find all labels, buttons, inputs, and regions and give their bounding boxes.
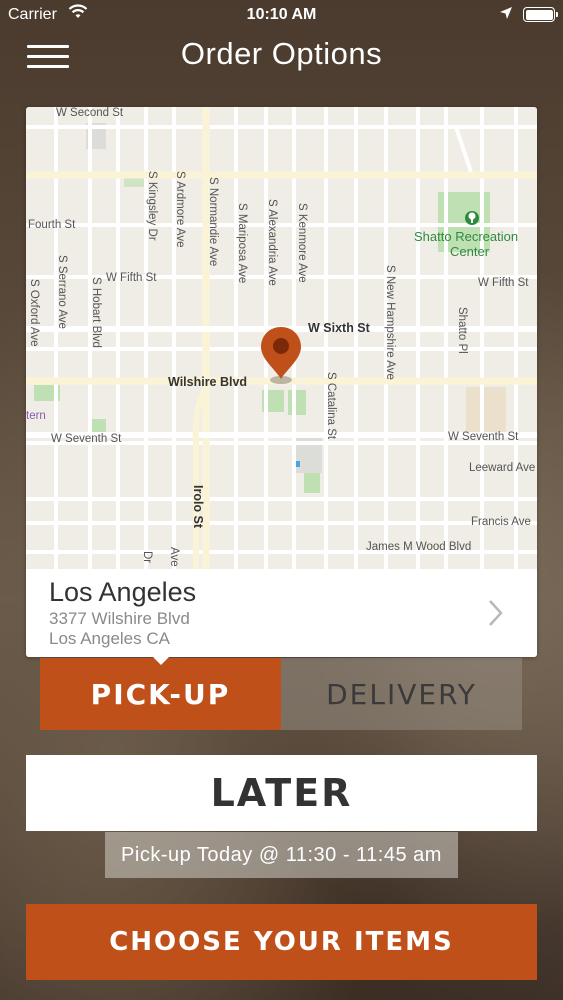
street-label: W Fifth St xyxy=(478,277,529,289)
street-label: W Seventh St xyxy=(51,433,122,445)
map-pin-icon[interactable] xyxy=(259,325,303,387)
street-label: tern xyxy=(26,410,46,422)
street-label: Leeward Ave xyxy=(469,462,536,474)
street-label: Wilshire Blvd xyxy=(168,375,248,389)
street-label: Ave xyxy=(168,547,180,567)
battery-icon xyxy=(523,7,558,22)
store-address-line2: Los Angeles CA xyxy=(49,629,170,648)
location-arrow-icon xyxy=(499,6,513,25)
pickup-time-label: Pick-up Today @ 11:30 - 11:45 am xyxy=(105,832,458,878)
store-map[interactable]: W Second St Fourth St W Fifth St W Fifth… xyxy=(26,107,537,569)
street-label: S Hobart Blvd xyxy=(90,277,102,348)
street-label: James M Wood Blvd xyxy=(366,541,472,553)
street-label: Dr xyxy=(141,551,153,564)
street-label: W Second St xyxy=(56,107,124,119)
street-label: S Oxford Ave xyxy=(28,279,40,347)
street-label: S Ardmore Ave xyxy=(174,171,186,248)
store-card: W Second St Fourth St W Fifth St W Fifth… xyxy=(26,107,537,657)
pickup-tab[interactable]: PICK-UP xyxy=(40,658,281,730)
status-time: 10:10 AM xyxy=(246,6,317,23)
store-name: Los Angeles xyxy=(49,577,197,607)
street-label: S Kenmore Ave xyxy=(296,203,308,283)
navigation-bar: Order Options xyxy=(0,30,563,80)
selection-caret xyxy=(151,655,171,665)
status-bar: Carrier 10:10 AM xyxy=(0,0,563,30)
street-label: W Sixth St xyxy=(308,321,370,335)
street-label: Francis Ave xyxy=(471,516,531,528)
street-label: S New Hampshire Ave xyxy=(384,265,396,380)
street-label: W Seventh St xyxy=(448,431,519,443)
street-label: Shatto Pl xyxy=(456,307,468,354)
park-label: Shatto Recreation xyxy=(414,229,519,244)
street-label: S Kingsley Dr xyxy=(146,171,158,241)
street-label: W Fifth St xyxy=(106,272,157,284)
street-label: Fourth St xyxy=(28,219,76,231)
street-label: S Alexandria Ave xyxy=(266,199,278,286)
store-address-line1: 3377 Wilshire Blvd xyxy=(49,609,190,628)
street-label: S Serrano Ave xyxy=(56,255,68,329)
street-label: S Normandie Ave xyxy=(207,177,219,267)
order-type-toggle: PICK-UP DELIVERY xyxy=(40,658,522,730)
chevron-right-icon xyxy=(485,593,507,633)
choose-items-button[interactable]: CHOOSE YOUR ITEMS xyxy=(26,904,537,980)
street-label: S Mariposa Ave xyxy=(236,203,248,284)
page-title: Order Options xyxy=(180,36,383,71)
later-button[interactable]: LATER xyxy=(26,755,537,831)
delivery-tab[interactable]: DELIVERY xyxy=(281,658,522,730)
street-label: S Catalina St xyxy=(325,372,337,440)
street-label: Irolo St xyxy=(191,485,205,529)
park-label: Center xyxy=(450,244,490,259)
store-location-row[interactable]: Los Angeles 3377 Wilshire Blvd Los Angel… xyxy=(26,569,537,657)
